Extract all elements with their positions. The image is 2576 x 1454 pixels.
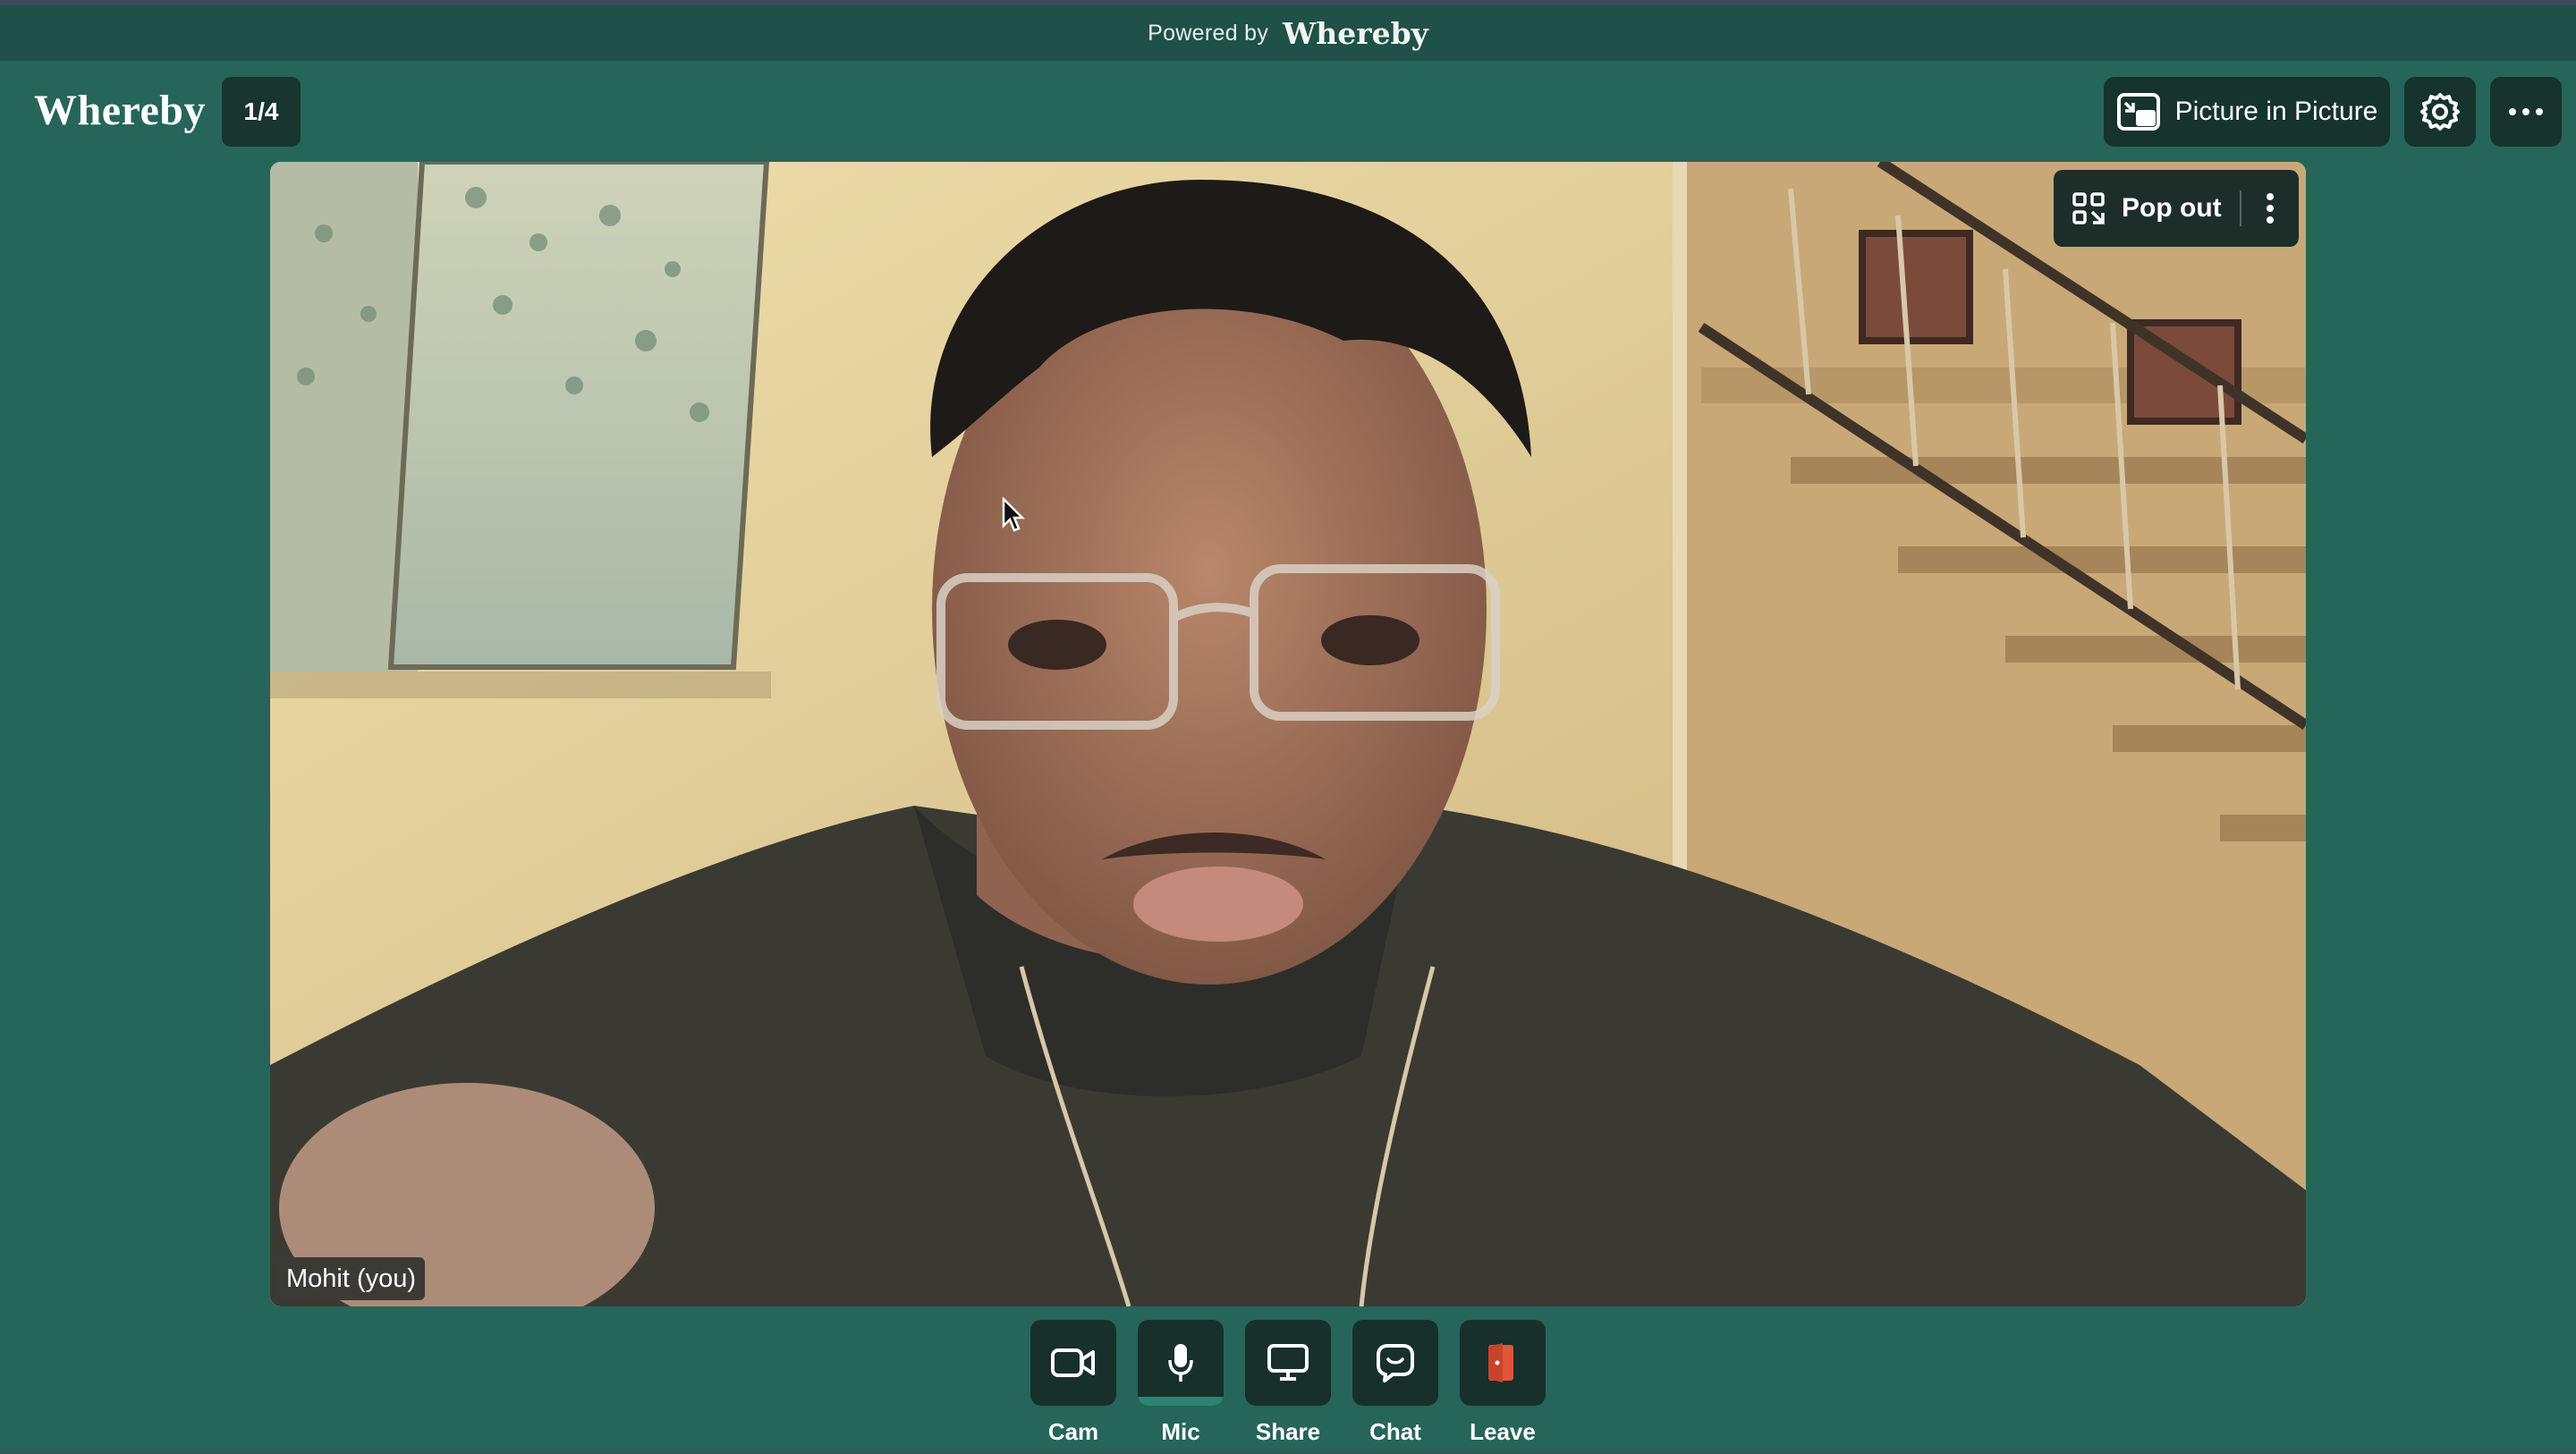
tile-menu-button[interactable] [2241,170,2299,247]
window-bottom-edge [0,1449,2576,1454]
share-label: Share [1255,1418,1321,1445]
participant-name-tag: Mohit (you) [277,1257,426,1300]
page-indicator[interactable]: 1/4 [222,77,301,147]
mic-button[interactable] [1138,1320,1224,1406]
mic-level-indicator [1138,1397,1224,1406]
participant-video-feed [270,162,2306,1306]
picture-in-picture-label: Picture in Picture [2174,97,2378,126]
chat-control: Chat [1352,1320,1438,1446]
chat-button[interactable] [1352,1320,1438,1406]
settings-button[interactable] [2404,77,2476,147]
more-vertical-icon [2267,193,2274,224]
more-horizontal-icon [2509,108,2543,115]
cam-button[interactable] [1030,1320,1116,1406]
video-tile-toolbar: Pop out [2054,170,2299,247]
screen-share-icon [1267,1344,1309,1381]
mic-label: Mic [1161,1418,1200,1445]
call-controls-bar: Cam Mic Share Chat Leave [0,1320,2576,1454]
mouse-cursor-icon [1002,497,1025,532]
more-options-button[interactable] [2490,77,2562,147]
chat-label: Chat [1369,1418,1421,1445]
microphone-icon [1168,1344,1193,1382]
picture-in-picture-button[interactable]: Picture in Picture [2104,77,2390,147]
cam-label: Cam [1047,1418,1099,1445]
share-button[interactable] [1245,1320,1331,1406]
picture-in-picture-icon [2116,93,2160,131]
leave-button[interactable] [1460,1320,1546,1406]
whereby-logo[interactable]: Whereby [34,86,206,135]
leave-door-icon [1488,1343,1513,1382]
powered-by-text: Powered by [1148,20,1269,46]
pop-out-label: Pop out [2122,193,2222,223]
share-control: Share [1245,1320,1331,1446]
pop-out-button[interactable]: Pop out [2054,170,2240,247]
gear-icon [2420,93,2460,131]
chat-icon [1377,1344,1414,1382]
popout-icon [2072,192,2105,224]
powered-by-banner: Powered by Whereby [0,5,2576,61]
leave-label: Leave [1470,1418,1536,1445]
powered-by-brand[interactable]: Whereby [1283,16,1428,51]
cam-control: Cam [1030,1320,1116,1446]
video-tile[interactable] [270,162,2306,1306]
camera-icon [1051,1348,1095,1377]
leave-control: Leave [1460,1320,1546,1446]
mic-control: Mic [1138,1320,1224,1446]
